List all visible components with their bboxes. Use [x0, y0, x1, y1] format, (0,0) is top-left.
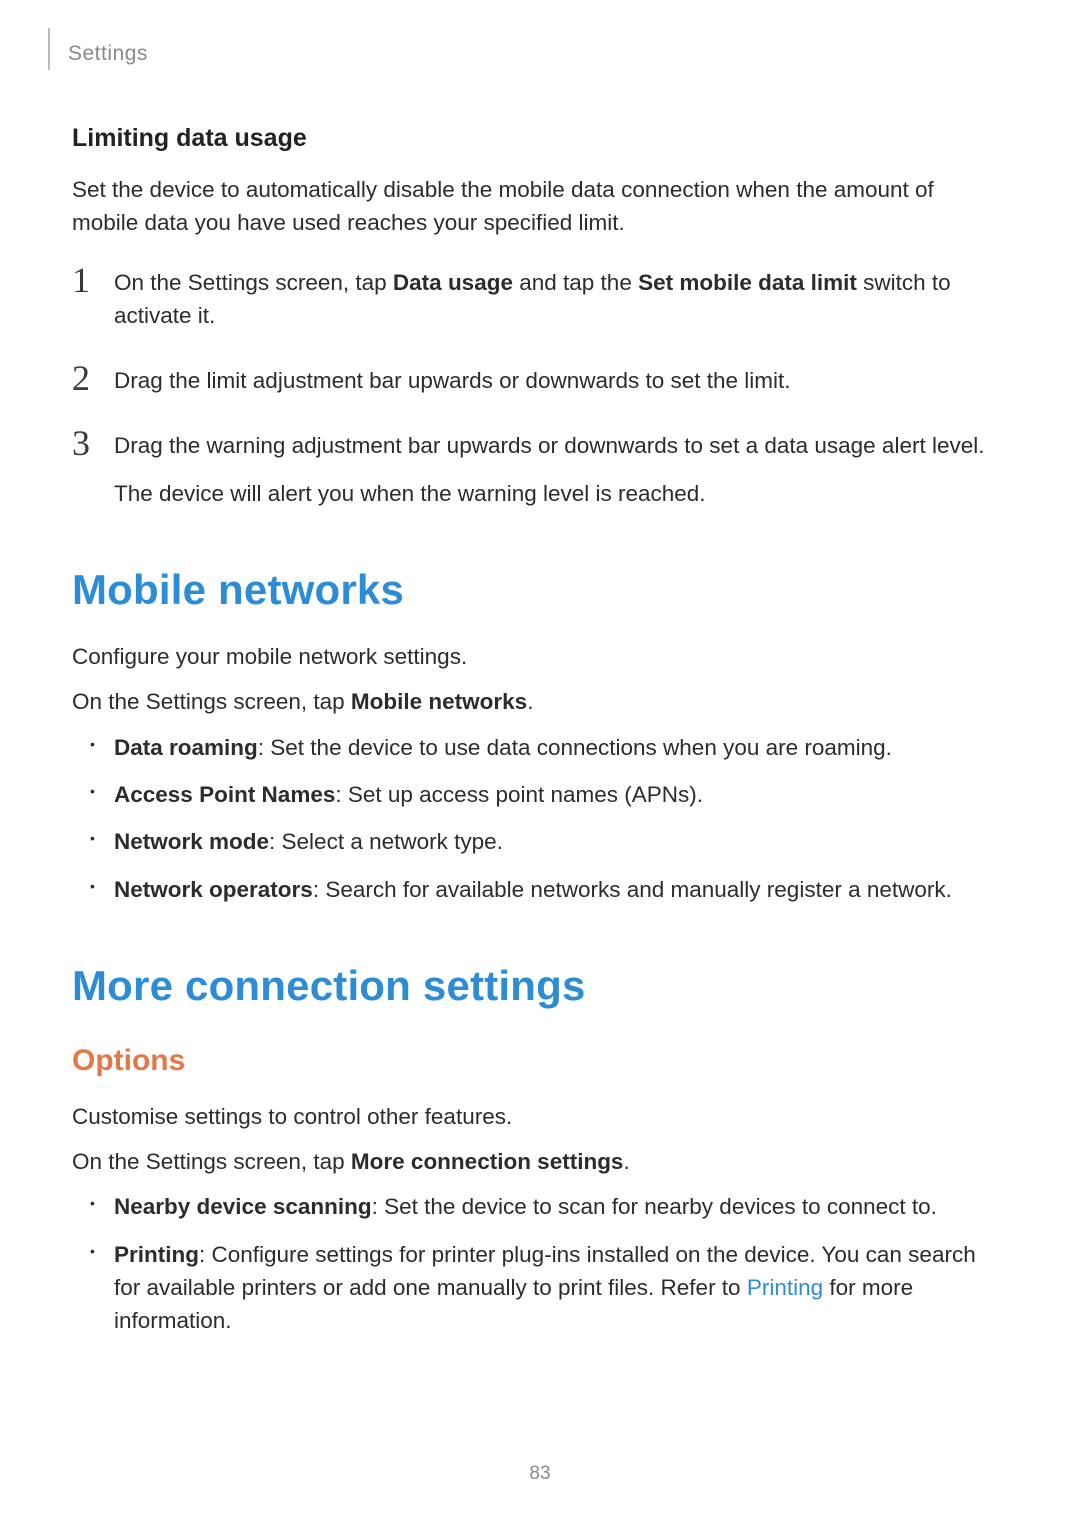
text-bold: Set mobile data limit: [638, 270, 857, 295]
text-fragment: and tap the: [513, 270, 638, 295]
step-number: 3: [72, 417, 90, 470]
mobile-options-list: Data roaming: Set the device to use data…: [72, 731, 1000, 906]
text-fragment: On the Settings screen, tap: [114, 270, 393, 295]
item-desc: : Select a network type.: [269, 829, 503, 854]
list-item: Access Point Names: Set up access point …: [72, 778, 1000, 811]
item-label: Printing: [114, 1242, 199, 1267]
item-desc: : Search for available networks and manu…: [313, 877, 952, 902]
link-printing[interactable]: Printing: [747, 1275, 823, 1300]
heading-limiting-data-usage: Limiting data usage: [72, 124, 1000, 153]
list-item: Data roaming: Set the device to use data…: [72, 731, 1000, 764]
breadcrumb: Settings: [68, 42, 148, 66]
text-fragment: On the Settings screen, tap: [72, 689, 351, 714]
heading-mobile-networks: Mobile networks: [72, 566, 1000, 614]
step-text: On the Settings screen, tap Data usage a…: [114, 270, 951, 328]
para-limiting-intro: Set the device to automatically disable …: [72, 173, 1000, 240]
step-number: 2: [72, 352, 90, 405]
more-options-list: Nearby device scanning: Set the device t…: [72, 1190, 1000, 1337]
para-mobile-nav: On the Settings screen, tap Mobile netwo…: [72, 685, 1000, 718]
item-label: Network mode: [114, 829, 269, 854]
step-subtext: The device will alert you when the warni…: [114, 477, 1000, 510]
step-text: Drag the limit adjustment bar upwards or…: [114, 368, 791, 393]
page-number: 83: [0, 1463, 1080, 1485]
page-header: Settings: [72, 38, 1000, 66]
heading-more-connection-settings: More connection settings: [72, 962, 1000, 1010]
text-bold: Mobile networks: [351, 689, 527, 714]
step-1: 1 On the Settings screen, tap Data usage…: [72, 266, 1000, 333]
para-mobile-intro: Configure your mobile network settings.: [72, 640, 1000, 673]
list-item: Network operators: Search for available …: [72, 873, 1000, 906]
item-desc: : Set up access point names (APNs).: [335, 782, 703, 807]
text-bold: Data usage: [393, 270, 513, 295]
item-desc: : Set the device to scan for nearby devi…: [372, 1194, 937, 1219]
step-2: 2 Drag the limit adjustment bar upwards …: [72, 364, 1000, 397]
list-item: Nearby device scanning: Set the device t…: [72, 1190, 1000, 1223]
item-label: Access Point Names: [114, 782, 335, 807]
list-item: Network mode: Select a network type.: [72, 825, 1000, 858]
step-3: 3 Drag the warning adjustment bar upward…: [72, 429, 1000, 510]
para-options-nav: On the Settings screen, tap More connect…: [72, 1145, 1000, 1178]
item-label: Network operators: [114, 877, 313, 902]
text-fragment: On the Settings screen, tap: [72, 1149, 351, 1174]
text-fragment: .: [623, 1149, 629, 1174]
header-rule-icon: [48, 28, 50, 70]
text-bold: More connection settings: [351, 1149, 624, 1174]
heading-options: Options: [72, 1044, 1000, 1078]
item-label: Nearby device scanning: [114, 1194, 372, 1219]
item-desc: : Set the device to use data connections…: [258, 735, 892, 760]
list-item: Printing: Configure settings for printer…: [72, 1238, 1000, 1338]
para-options-intro: Customise settings to control other feat…: [72, 1100, 1000, 1133]
text-fragment: .: [527, 689, 533, 714]
steps-list: 1 On the Settings screen, tap Data usage…: [72, 266, 1000, 510]
step-text: Drag the warning adjustment bar upwards …: [114, 433, 984, 458]
item-label: Data roaming: [114, 735, 258, 760]
step-number: 1: [72, 254, 90, 307]
